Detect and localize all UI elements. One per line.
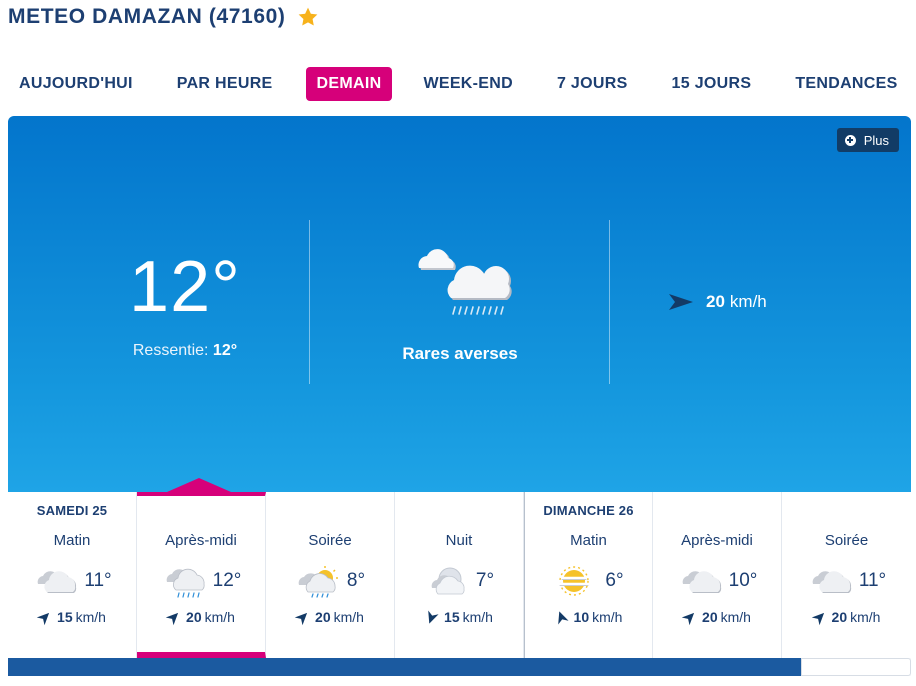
forecast-period-label: Matin — [53, 532, 91, 549]
forecast-wind-unit: km/h — [462, 609, 493, 625]
page-title: METEO DAMAZAN (47160) — [8, 5, 286, 28]
wind-arrow-icon — [669, 294, 693, 310]
forecast-scrollbar[interactable] — [8, 658, 911, 676]
forecast-temperature: 6° — [605, 570, 624, 591]
star-icon[interactable] — [297, 6, 319, 28]
cloudy-icon — [682, 571, 721, 593]
forecast-temperature: 11° — [84, 570, 112, 591]
wind-arrow-icon — [557, 610, 569, 625]
plus-button[interactable]: Plus — [836, 128, 899, 152]
forecast-period[interactable]: SAMEDI 25 Matin 11° 15 km/h — [8, 492, 137, 658]
current-weather-panel: Plus 12° Ressentie: 12° Rares averses 20… — [8, 116, 911, 492]
forecast-wind-unit: km/h — [204, 609, 235, 625]
forecast-temperature: 8° — [346, 570, 366, 591]
forecast-temperature: 12° — [212, 570, 242, 591]
wind-arrow-icon — [681, 612, 695, 625]
cloud-shower-icon — [418, 249, 512, 315]
tab-par-heure[interactable]: PAR HEURE — [166, 67, 284, 101]
cloud-shower-icon — [166, 568, 205, 598]
title-row: METEO DAMAZAN (47160) — [8, 2, 319, 32]
forecast-period[interactable]: Nuit 7° 15 km/h — [395, 492, 524, 658]
forecast-temperature: 10° — [728, 570, 758, 591]
forecast-wind-speed: 20 — [315, 609, 331, 625]
moon-cloud-icon — [431, 567, 465, 595]
forecast-wind-unit: km/h — [75, 609, 106, 625]
plus-circle-icon — [844, 134, 856, 146]
forecast-period-selected[interactable]: Après-midi 12° 20 km/h — [137, 492, 266, 658]
tab-tendances[interactable]: TENDANCES — [784, 67, 908, 101]
selected-period-caret — [167, 478, 231, 492]
forecast-period-label: Soirée — [824, 532, 869, 549]
forecast-wind-speed: 20 — [186, 609, 202, 625]
wind-arrow-icon — [36, 612, 50, 625]
forecast-wind-unit: km/h — [850, 609, 881, 625]
feels-like-label: Ressentie: — [132, 342, 209, 359]
weather-description: Rares averses — [402, 344, 518, 363]
cloudy-icon — [812, 571, 851, 593]
forecast-wind-speed: 20 — [702, 609, 718, 625]
wind-unit: km/h — [729, 292, 767, 311]
tab-aujourdhui[interactable]: AUJOURD'HUI — [8, 67, 144, 101]
forecast-period-label: Soirée — [308, 532, 352, 549]
tab-15-jours[interactable]: 15 JOURS — [661, 67, 763, 101]
feels-like: Ressentie: 12° — [80, 342, 290, 360]
forecast-period[interactable]: Après-midi 10° 20 km/h — [653, 492, 782, 658]
hero-divider — [309, 220, 310, 384]
current-wind: 20 km/h — [668, 292, 767, 312]
forecast-tabs: AUJOURD'HUI PAR HEURE DEMAIN WEEK-END 7 … — [8, 66, 916, 102]
forecast-wind-unit: km/h — [592, 609, 623, 625]
forecast-period-label: Après-midi — [165, 532, 237, 549]
forecast-wind-speed: 10 — [573, 609, 590, 625]
current-temperature: 12° — [129, 247, 241, 327]
wind-arrow-icon — [428, 609, 439, 624]
forecast-period-label: Après-midi — [681, 532, 753, 549]
forecast-period[interactable]: Soirée 11° 20 km/h — [782, 492, 911, 658]
forecast-wind-speed: 15 — [444, 609, 460, 625]
tab-week-end[interactable]: WEEK-END — [412, 67, 524, 101]
forecast-period[interactable]: Soirée 8° 20 km/h — [266, 492, 395, 658]
wind-arrow-icon — [165, 612, 179, 625]
forecast-day: SAMEDI 25 — [36, 503, 108, 518]
forecast-wind-unit: km/h — [333, 609, 364, 625]
forecast-wind-unit: km/h — [720, 609, 751, 625]
forecast-day: DIMANCHE 26 — [543, 503, 634, 518]
forecast-wind-speed: 20 — [831, 609, 848, 625]
wind-arrow-icon — [811, 612, 824, 625]
partly-sunny-shower-icon — [298, 566, 338, 598]
scrollbar-track-end[interactable] — [801, 658, 911, 676]
forecast-period[interactable]: DIMANCHE 26 Matin 6° 10 km/h — [524, 492, 653, 658]
hero-divider — [609, 220, 610, 384]
wind-speed: 20 — [706, 292, 725, 311]
forecast-temperature: 7° — [475, 570, 495, 591]
forecast-strip: SAMEDI 25 Matin 11° 15 km/h Après-midi 1… — [8, 492, 911, 658]
tab-7-jours[interactable]: 7 JOURS — [546, 67, 639, 101]
forecast-temperature: 11° — [858, 570, 887, 591]
forecast-wind-speed: 15 — [57, 609, 73, 625]
forecast-period-label: Nuit — [445, 532, 473, 549]
tab-demain[interactable]: DEMAIN — [305, 67, 393, 101]
scrollbar-thumb[interactable] — [8, 658, 801, 676]
cloudy-icon — [37, 571, 77, 593]
plus-button-label: Plus — [863, 132, 889, 148]
feels-like-value: 12° — [212, 342, 238, 359]
sun-fog-icon — [559, 566, 590, 596]
forecast-period-label: Matin — [570, 532, 607, 549]
wind-arrow-icon — [294, 612, 308, 625]
